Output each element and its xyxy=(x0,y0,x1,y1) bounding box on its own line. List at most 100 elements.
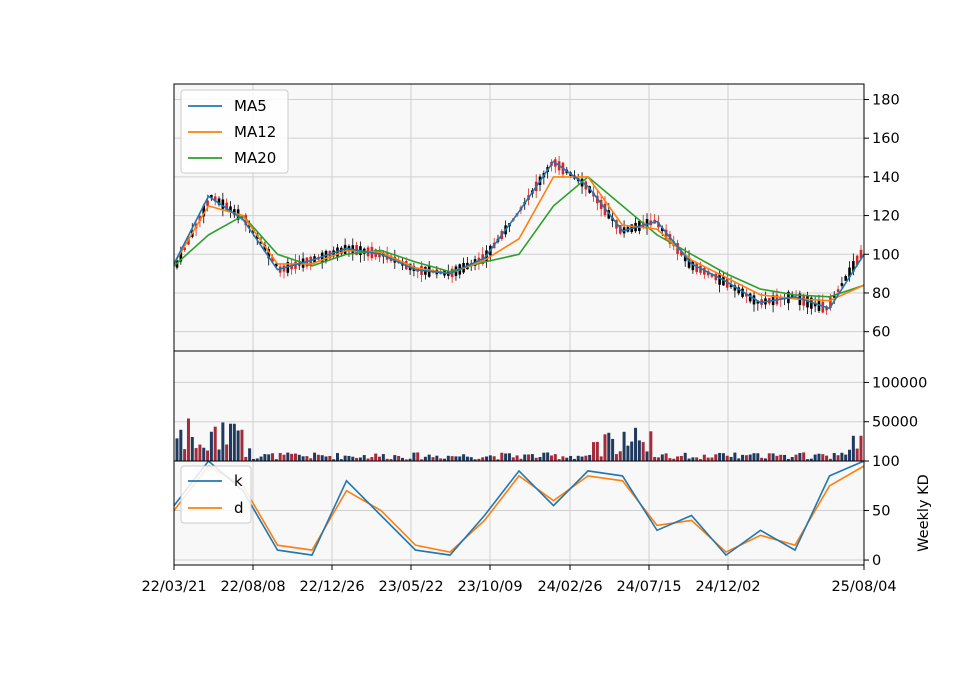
volume-bar xyxy=(271,453,275,461)
volume-bar xyxy=(462,454,466,461)
volume-bar xyxy=(634,427,638,461)
price-legend: MA5 MA12 MA20 xyxy=(180,89,289,174)
volume-bar xyxy=(748,454,752,461)
volume-panel xyxy=(174,351,864,461)
volume-bar xyxy=(653,456,657,461)
volume-bar xyxy=(775,455,779,461)
volume-bar xyxy=(378,456,382,461)
x-tick-label: 25/08/04 xyxy=(831,579,896,595)
legend-k-label: k xyxy=(234,472,243,490)
volume-bar xyxy=(618,451,622,461)
volume-bar xyxy=(213,426,217,461)
volume-bar xyxy=(630,441,634,461)
volume-bar xyxy=(435,455,439,461)
volume-bar xyxy=(859,435,863,461)
volume-bar xyxy=(664,453,668,461)
volume-bar xyxy=(194,448,198,461)
volume-bar xyxy=(840,452,844,461)
volume-bar xyxy=(523,454,527,461)
volume-bar xyxy=(817,453,821,461)
volume-bar xyxy=(183,449,187,461)
volume-bar xyxy=(622,431,626,461)
volume-bar xyxy=(446,455,450,461)
x-tick-label: 22/08/08 xyxy=(220,579,285,595)
volume-bar xyxy=(848,449,852,461)
volume-bar xyxy=(240,429,244,461)
volume-bar xyxy=(427,454,431,461)
volume-bar xyxy=(691,457,695,461)
volume-bar xyxy=(530,454,534,461)
volume-bar xyxy=(549,455,553,461)
volume-bar xyxy=(324,456,328,461)
volume-bar xyxy=(695,457,699,461)
volume-bar xyxy=(293,453,297,461)
volume-bar xyxy=(607,432,611,461)
volume-bar xyxy=(542,452,546,461)
volume-bar xyxy=(232,423,236,461)
volume-bar xyxy=(485,456,489,461)
price-tick-label: 120 xyxy=(872,209,900,225)
volume-bar xyxy=(527,454,531,461)
volume-bar xyxy=(721,453,725,461)
volume-bar xyxy=(320,455,324,461)
legend-ma20-label: MA20 xyxy=(234,149,276,167)
volume-bar xyxy=(412,452,416,461)
legend-ma12-label: MA12 xyxy=(234,123,276,141)
volume-bar xyxy=(783,454,787,461)
volume-bar xyxy=(844,454,848,461)
kd-tick-label: 100 xyxy=(872,454,900,470)
volume-bar xyxy=(423,456,427,461)
volume-bar xyxy=(488,455,492,461)
volume-bar xyxy=(278,453,282,461)
volume-bar xyxy=(771,453,775,461)
volume-bar xyxy=(465,456,469,461)
legend-d-label: d xyxy=(234,499,244,517)
x-tick-label: 23/10/09 xyxy=(457,579,522,595)
volume-bar xyxy=(851,435,855,461)
kd-axis-label: Weekly KD xyxy=(916,474,932,552)
volume-bar xyxy=(855,448,859,461)
volume-bar xyxy=(676,456,680,461)
x-tick-label: 22/03/21 xyxy=(141,579,206,595)
volume-bar xyxy=(592,442,596,461)
volume-bar xyxy=(290,453,294,461)
candle-body xyxy=(836,289,840,292)
volume-bar xyxy=(190,437,194,461)
volume-bar xyxy=(358,457,362,461)
volume-bar xyxy=(206,450,210,461)
kd-tick-label: 50 xyxy=(872,504,890,520)
volume-bar xyxy=(767,453,771,461)
volume-bar xyxy=(790,457,794,461)
volume-tick-label: 50000 xyxy=(872,415,918,431)
volume-bar xyxy=(660,454,664,461)
volume-tick-label: 100000 xyxy=(872,375,927,391)
volume-bar xyxy=(599,456,603,461)
volume-bar xyxy=(836,455,840,461)
volume-bar xyxy=(637,440,641,461)
volume-bar xyxy=(813,454,817,461)
volume-bar xyxy=(725,455,729,461)
price-tick-label: 100 xyxy=(872,247,900,263)
volume-bar xyxy=(798,453,802,461)
volume-bar xyxy=(328,456,332,461)
volume-bar xyxy=(362,455,366,461)
price-tick-label: 60 xyxy=(872,325,890,341)
volume-bar xyxy=(381,454,385,461)
volume-bar xyxy=(351,456,355,461)
volume-bar xyxy=(397,456,401,461)
volume-bar xyxy=(741,454,745,461)
volume-bar xyxy=(710,457,714,461)
volume-bar xyxy=(779,454,783,461)
volume-bar xyxy=(313,452,317,461)
volume-bar xyxy=(305,456,309,461)
volume-bar xyxy=(267,454,271,461)
legend-ma5-label: MA5 xyxy=(234,97,267,115)
volume-bar xyxy=(374,453,378,461)
volume-bar xyxy=(500,452,504,461)
volume-bar xyxy=(821,454,825,461)
volume-bar xyxy=(595,441,599,461)
volume-bar xyxy=(515,455,519,461)
volume-bar xyxy=(454,456,458,461)
volume-bar xyxy=(706,457,710,461)
volume-bar xyxy=(733,452,737,461)
